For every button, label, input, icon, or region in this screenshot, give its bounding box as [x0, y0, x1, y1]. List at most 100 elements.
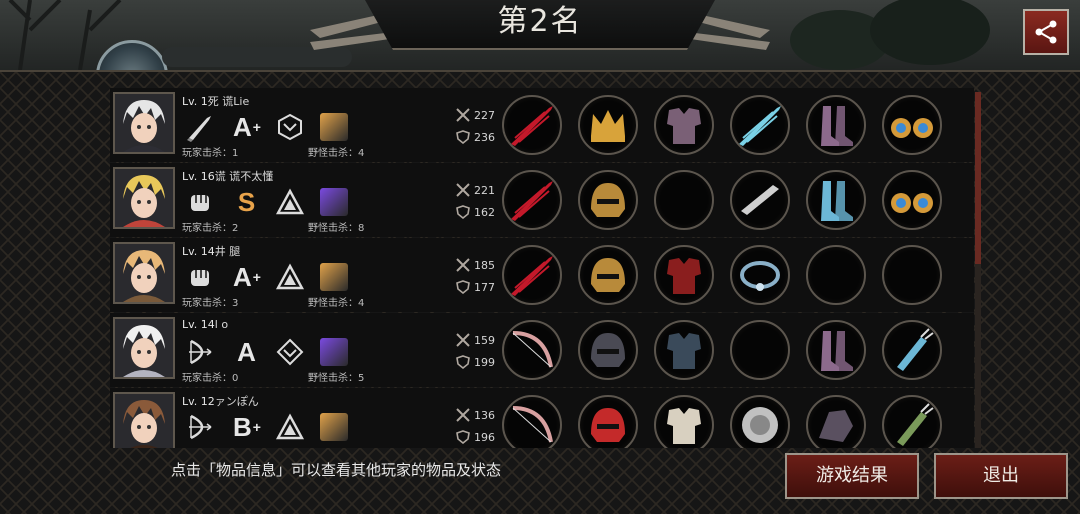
- attack-value: 227: [474, 108, 495, 122]
- held-item-icon[interactable]: [320, 113, 348, 141]
- monster-kills: 野怪击杀：4: [308, 148, 365, 159]
- item-slot[interactable]: [730, 170, 790, 230]
- player-kills: 玩家击杀：3: [182, 298, 239, 309]
- item-slot[interactable]: [882, 95, 942, 155]
- weapon-type-icon: [183, 110, 217, 144]
- rank-emblem-icon: [273, 260, 307, 294]
- ornate-bow-icon: [512, 406, 553, 443]
- red-claw-icon: [511, 181, 553, 221]
- held-item-icon[interactable]: [320, 413, 348, 441]
- golden-crown-icon: [591, 110, 625, 142]
- rank-emblem-icon: [273, 110, 307, 144]
- player-grade: A: [237, 336, 256, 367]
- player-kills: 玩家击杀：1: [182, 148, 239, 159]
- item-slot[interactable]: [882, 320, 942, 380]
- triangle-emblem-icon: [275, 188, 305, 215]
- empty-slot: [885, 248, 939, 302]
- player-portrait[interactable]: [113, 92, 175, 154]
- item-slot[interactable]: [578, 395, 638, 448]
- item-slot[interactable]: [502, 170, 562, 230]
- player-row[interactable]: Lv. 1死 谎Lie A + 玩家击杀：1 野怪击杀：4 227 236: [110, 88, 974, 162]
- player-kills: 玩家击杀：0: [182, 373, 239, 384]
- item-slot[interactable]: [502, 245, 562, 305]
- defense-value: 196: [474, 430, 495, 444]
- monster-kills: 野怪击杀：5: [308, 373, 365, 384]
- item-slot[interactable]: [654, 395, 714, 448]
- player-row[interactable]: Lv. 12ァンぽん B + 136 196: [110, 388, 974, 448]
- item-slot[interactable]: [578, 320, 638, 380]
- weapon-type-icon: [183, 185, 217, 219]
- item-slot[interactable]: [806, 95, 866, 155]
- shield-icon: [456, 130, 470, 144]
- item-slot[interactable]: [806, 320, 866, 380]
- player-portrait[interactable]: [113, 167, 175, 229]
- combat-stats: 136 196: [456, 404, 495, 448]
- dark-armor-icon: [667, 333, 701, 369]
- player-level-name: Lv. 1死 谎Lie: [182, 95, 250, 108]
- item-slot[interactable]: [654, 245, 714, 305]
- player-portrait[interactable]: [113, 392, 175, 448]
- bow-icon: [189, 414, 212, 440]
- item-slot[interactable]: [578, 95, 638, 155]
- gold-earrings-icon: [891, 118, 933, 138]
- gold-helmet-icon: [591, 183, 625, 217]
- shield-icon: [456, 430, 470, 444]
- item-slot[interactable]: [654, 320, 714, 380]
- item-slot[interactable]: [806, 395, 866, 448]
- item-slot[interactable]: [502, 320, 562, 380]
- combat-stats: 185 177: [456, 254, 495, 298]
- monster-kills: 野怪击杀：4: [308, 298, 365, 309]
- attack-value: 221: [474, 183, 495, 197]
- ornate-bow-icon: [512, 331, 553, 368]
- item-slot[interactable]: [730, 395, 790, 448]
- item-slot[interactable]: [730, 245, 790, 305]
- gold-helmet-icon: [591, 258, 625, 292]
- player-portrait[interactable]: [113, 242, 175, 304]
- item-slot[interactable]: [882, 395, 942, 448]
- character-portrait-icon: [115, 319, 173, 377]
- red-armor-icon: [667, 258, 701, 294]
- item-slot[interactable]: [806, 170, 866, 230]
- item-slot[interactable]: [654, 95, 714, 155]
- player-portrait[interactable]: [113, 317, 175, 379]
- item-slot[interactable]: [578, 170, 638, 230]
- held-item-icon[interactable]: [320, 338, 348, 366]
- player-row[interactable]: Lv. 16谎 谎不太懂 S 玩家击杀：2 野怪击杀：8 221 162: [110, 163, 974, 237]
- item-slot[interactable]: [882, 170, 942, 230]
- weapon-type-icon: [183, 260, 217, 294]
- held-item-icon[interactable]: [320, 263, 348, 291]
- gold-earrings-icon: [891, 193, 933, 213]
- player-level-name: Lv. 16谎 谎不太懂: [182, 170, 274, 183]
- player-row[interactable]: Lv. 14井 腿 A + 玩家击杀：3 野怪击杀：4 185 177: [110, 238, 974, 312]
- white-armor-icon: [667, 408, 701, 444]
- purple-boots-icon: [821, 106, 853, 146]
- share-button[interactable]: [1023, 9, 1069, 55]
- rank-title: 第2名: [497, 4, 583, 39]
- character-portrait-icon: [115, 94, 173, 152]
- hexagon-emblem-icon: [278, 113, 302, 141]
- held-item-icon[interactable]: [320, 188, 348, 216]
- player-list[interactable]: Lv. 1死 谎Lie A + 玩家击杀：1 野怪击杀：4 227 236 Lv.…: [110, 88, 974, 448]
- empty-item-slot[interactable]: [882, 245, 942, 305]
- purple-armor-icon: [667, 108, 701, 144]
- combat-stats: 227 236: [456, 104, 495, 148]
- game-result-button[interactable]: 游戏结果: [785, 453, 919, 499]
- exit-button[interactable]: 退出: [934, 453, 1068, 499]
- player-row[interactable]: Lv. 14l o A 玩家击杀：0 野怪击杀：5 159 199: [110, 313, 974, 387]
- empty-item-slot[interactable]: [654, 170, 714, 230]
- silver-disc-icon: [742, 407, 778, 443]
- player-level-name: Lv. 14l o: [182, 318, 229, 331]
- combat-stats: 221 162: [456, 179, 495, 223]
- dark-helmet-icon: [591, 333, 625, 367]
- item-slot[interactable]: [578, 245, 638, 305]
- empty-item-slot[interactable]: [730, 320, 790, 380]
- empty-item-slot[interactable]: [806, 245, 866, 305]
- rank-emblem-icon: [273, 410, 307, 444]
- crossed-swords-icon: [456, 258, 470, 272]
- crystal-dagger-icon: [739, 106, 781, 146]
- red-claw-icon: [511, 256, 553, 296]
- scrollbar-thumb[interactable]: [975, 92, 981, 264]
- item-slot[interactable]: [502, 395, 562, 448]
- item-slot[interactable]: [730, 95, 790, 155]
- item-slot[interactable]: [502, 95, 562, 155]
